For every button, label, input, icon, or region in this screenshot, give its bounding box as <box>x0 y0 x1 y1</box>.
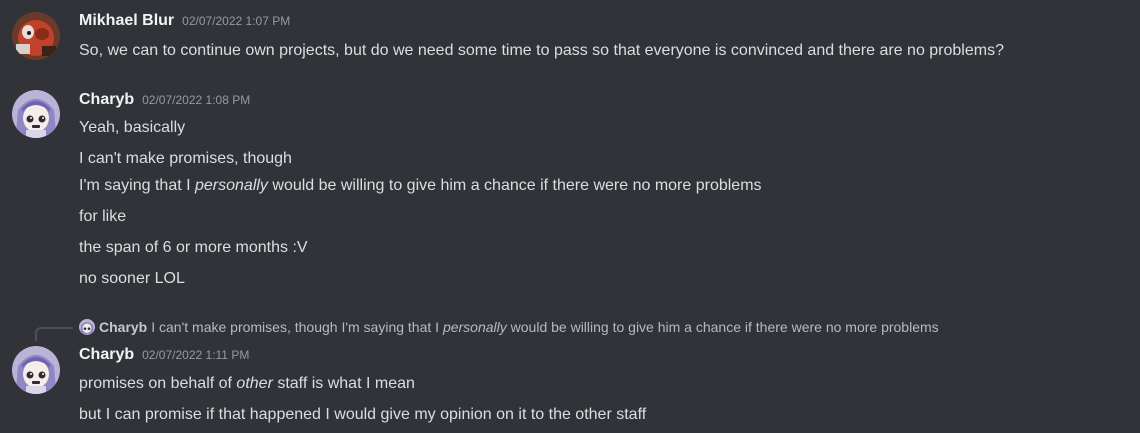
message-text: So, we can to continue own projects, but… <box>79 42 1004 59</box>
italic-text: other <box>236 375 273 392</box>
reply-preview[interactable]: Charyb I can't make promises, though I'm… <box>79 318 939 336</box>
message-header: Charyb 02/07/2022 1:08 PM <box>79 91 250 113</box>
username[interactable]: Charyb <box>79 346 134 364</box>
message-text: for like <box>79 208 127 225</box>
reply-connector <box>35 327 73 341</box>
message-text: the span of 6 or more months :V <box>79 239 308 256</box>
text-segment: promises on behalf of <box>79 375 237 392</box>
message-header: Mikhael Blur 02/07/2022 1:07 PM <box>79 12 290 34</box>
text-segment: I'm saying that I <box>79 177 195 194</box>
reply-username[interactable]: Charyb <box>99 319 147 335</box>
message-header: Charyb 02/07/2022 1:11 PM <box>79 346 249 368</box>
anime-girl-avatar[interactable] <box>12 90 60 138</box>
username[interactable]: Charyb <box>79 91 134 109</box>
red-panda-avatar[interactable] <box>12 12 60 60</box>
timestamp[interactable]: 02/07/2022 1:11 PM <box>142 348 249 362</box>
reply-avatar <box>79 319 95 335</box>
italic-text: personally <box>195 177 268 194</box>
message-text: promises on behalf of other staff is wha… <box>79 373 415 395</box>
timestamp[interactable]: 02/07/2022 1:07 PM <box>182 14 290 28</box>
text-segment: would be willing to give him a chance if… <box>267 177 762 194</box>
message-text: I'm saying that I personally would be wi… <box>79 175 762 197</box>
reply-text: I can't make promises, though I'm saying… <box>151 319 938 335</box>
anime-girl-avatar[interactable] <box>12 346 60 394</box>
message-text: no sooner LOL <box>79 270 185 287</box>
italic-text: personally <box>442 319 507 335</box>
username[interactable]: Mikhael Blur <box>79 12 174 30</box>
message-text: I can't make promises, though <box>79 150 292 167</box>
text-segment: I can't make promises, though I'm saying… <box>151 319 443 335</box>
message-text: but I can promise if that happened I wou… <box>79 406 647 423</box>
message-text: Yeah, basically <box>79 119 186 136</box>
text-segment: staff is what I mean <box>272 375 415 392</box>
timestamp[interactable]: 02/07/2022 1:08 PM <box>142 93 250 107</box>
text-segment: would be willing to give him a chance if… <box>506 319 939 335</box>
